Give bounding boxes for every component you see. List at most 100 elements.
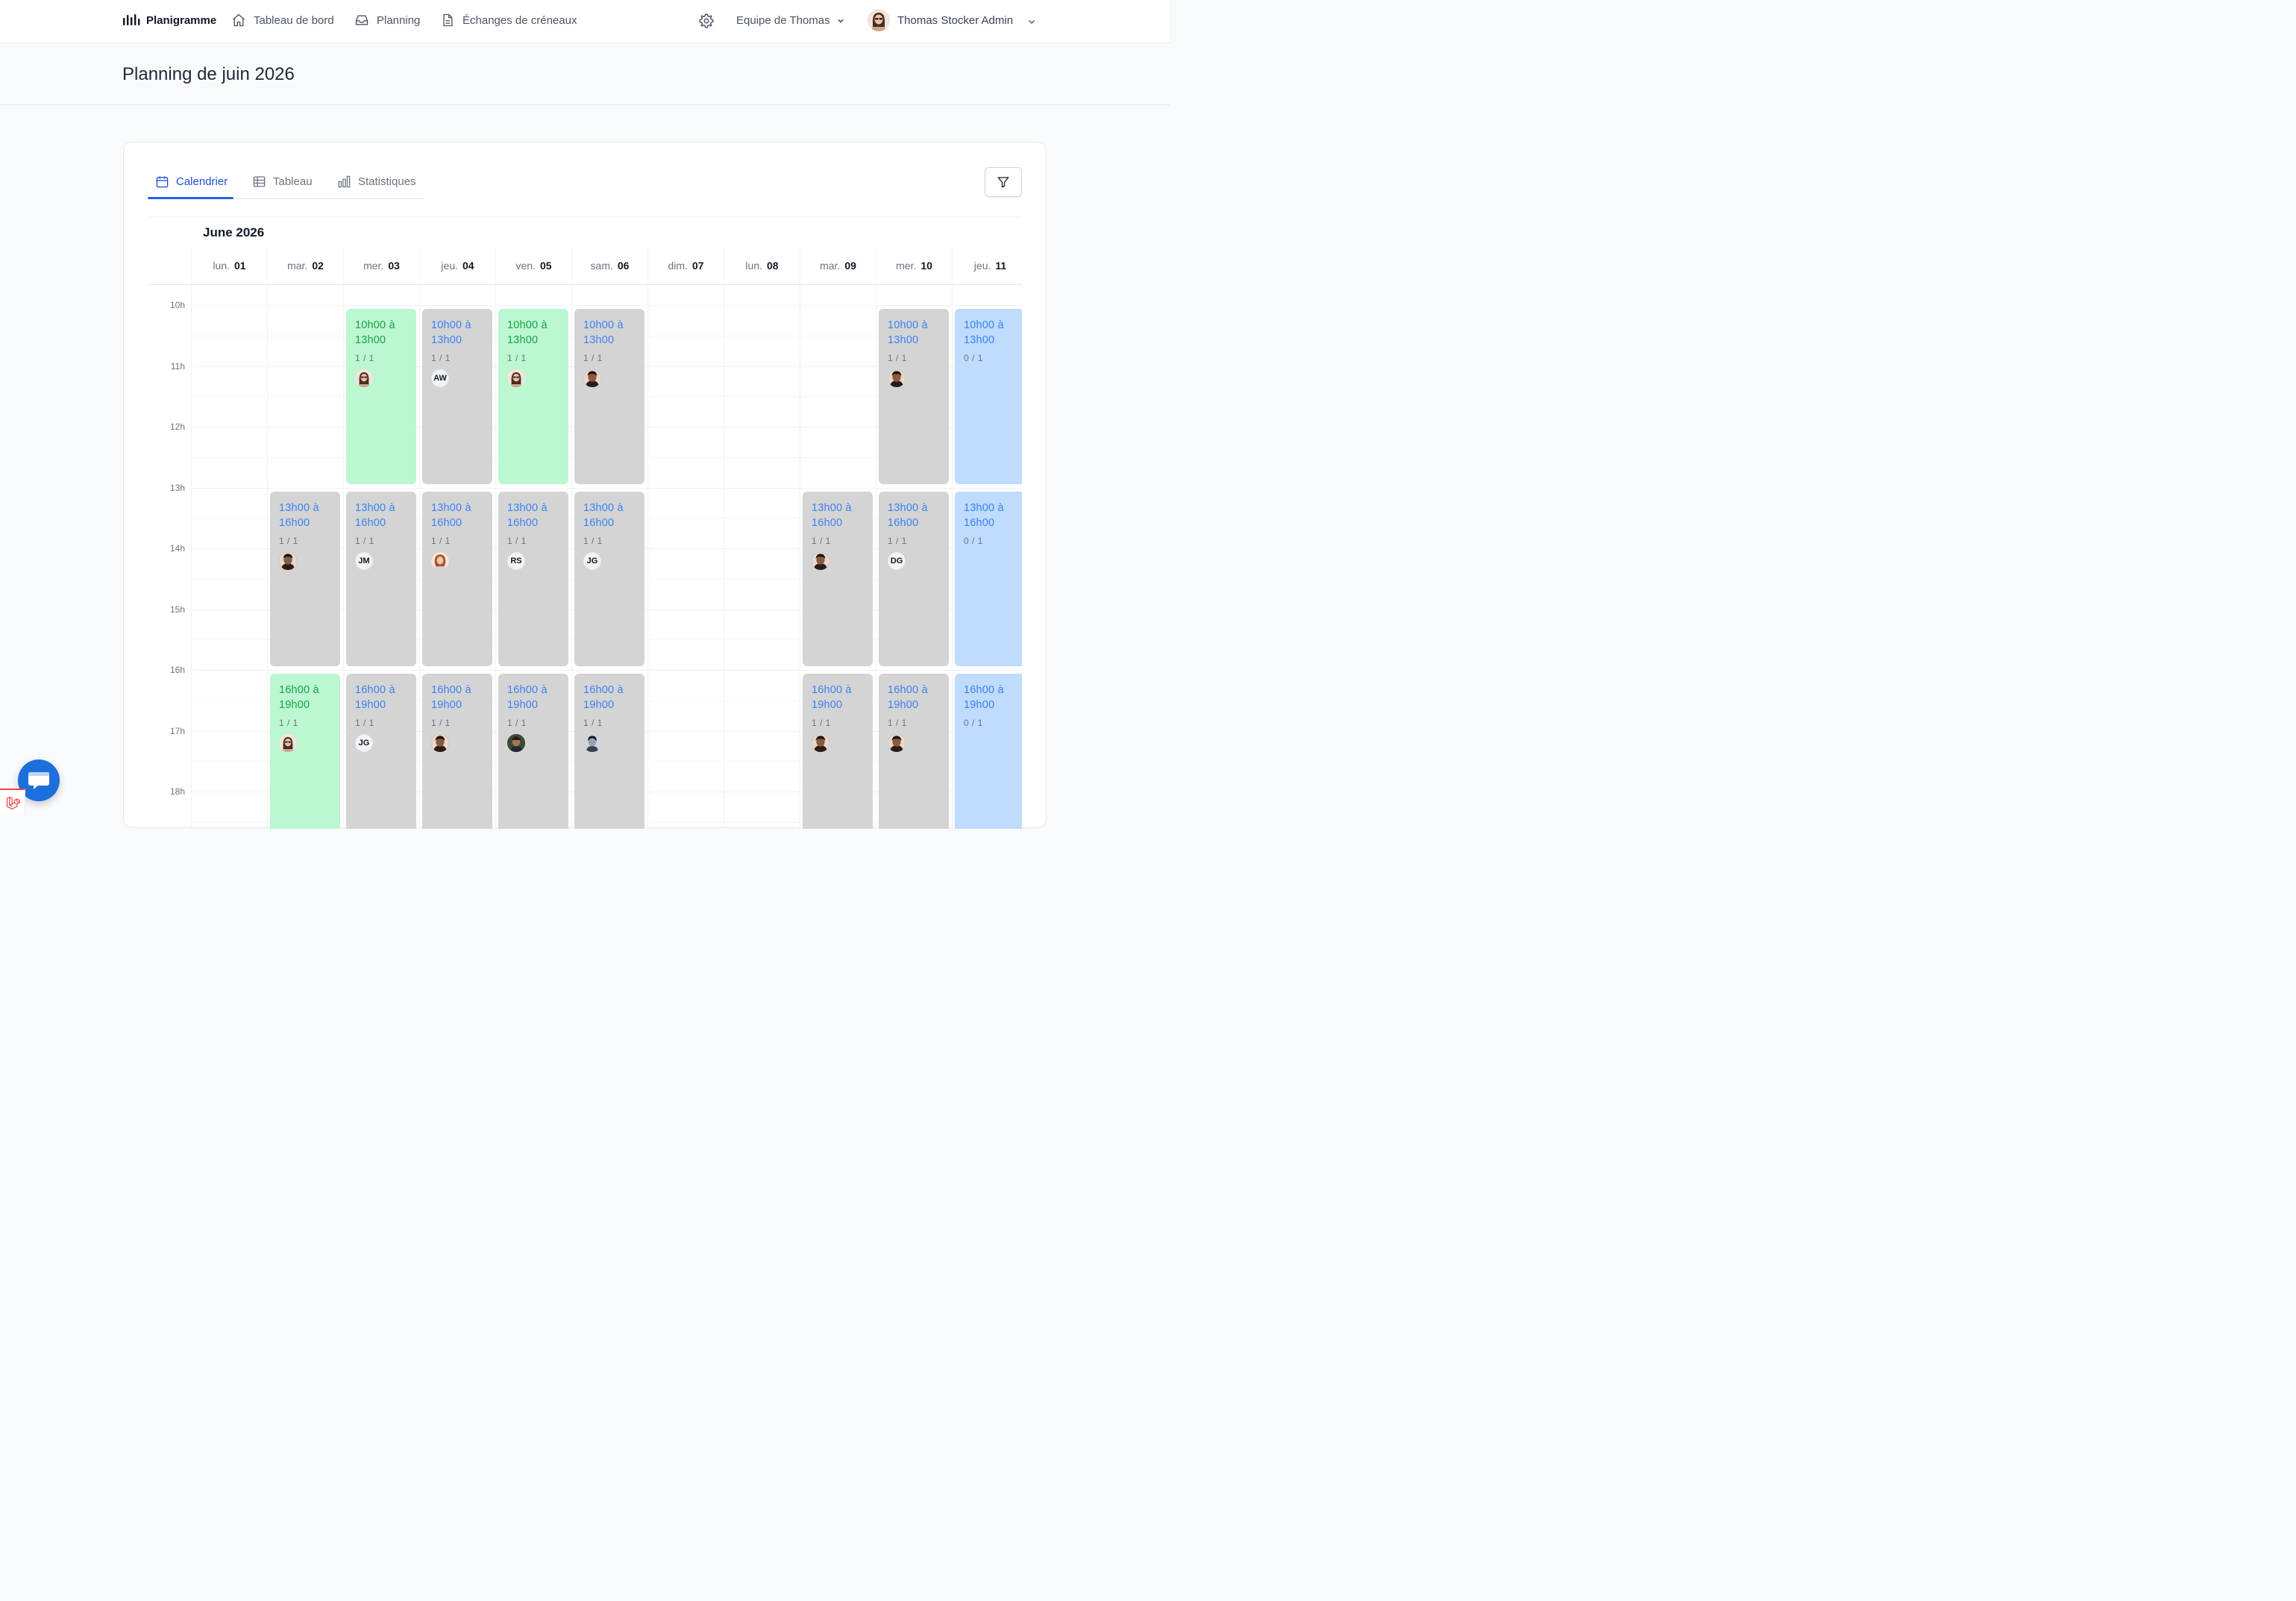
shift-card[interactable]: 16h00 à 19h00 1 / 1	[270, 674, 340, 829]
shift-card[interactable]: 13h00 à 16h00 0 / 1	[955, 491, 1022, 666]
shift-time-end: 19h00	[431, 699, 462, 711]
hour-label: 16h	[169, 665, 185, 675]
day-name: sam.	[590, 260, 613, 272]
day-header[interactable]: jeu. 11	[952, 247, 1022, 284]
shift-card[interactable]: 10h00 à 13h00 1 / 1 AW	[422, 309, 492, 484]
hour-label: 10h	[169, 300, 185, 310]
assignee-avatar	[888, 734, 906, 752]
day-header[interactable]: lun. 08	[724, 247, 800, 284]
shift-time: 16h00 à	[355, 684, 395, 696]
day-number: 07	[691, 260, 704, 272]
shift-card[interactable]: 16h00 à 19h00 1 / 1	[574, 674, 644, 829]
shift-card[interactable]: 13h00 à 16h00 1 / 1	[803, 491, 873, 666]
assignee-avatar	[431, 551, 449, 570]
user-menu[interactable]: Thomas Stocker Admin	[868, 9, 1013, 31]
shift-time: 10h00 à	[431, 319, 471, 331]
shift-card[interactable]: 10h00 à 13h00 1 / 1	[879, 309, 949, 484]
day-header[interactable]: sam. 06	[571, 247, 647, 284]
assignee-avatar	[583, 369, 601, 387]
shift-card[interactable]: 13h00 à 16h00 1 / 1 DG	[879, 491, 949, 666]
day-number: 10	[920, 260, 932, 272]
shift-time-end: 19h00	[279, 699, 310, 711]
nav-link-dashboard[interactable]: Tableau de bord	[231, 13, 334, 28]
nav-link-slot-exchanges[interactable]: Échanges de créneaux	[440, 13, 577, 28]
shift-card[interactable]: 13h00 à 16h00 1 / 1	[422, 491, 492, 666]
tab-label: Statistiques	[358, 175, 416, 188]
divider	[148, 216, 1022, 217]
shift-time: 16h00 à	[507, 684, 548, 696]
shift-card[interactable]: 13h00 à 16h00 1 / 1 JG	[574, 491, 644, 666]
chat-icon	[28, 772, 49, 789]
brand[interactable]: Planigramme	[122, 13, 216, 27]
tab-calendar[interactable]: Calendrier	[155, 175, 228, 189]
shift-card[interactable]: 13h00 à 16h00 1 / 1	[270, 491, 340, 666]
day-name: lun.	[745, 260, 762, 272]
shift-count: 1 / 1	[507, 353, 527, 363]
day-number: 03	[388, 260, 400, 272]
shift-count: 0 / 1	[964, 718, 983, 728]
assignee-avatar	[279, 551, 297, 570]
user-menu-toggle[interactable]	[1027, 16, 1036, 30]
day-name: mar.	[820, 260, 841, 272]
bar-chart-icon	[338, 175, 351, 188]
shift-card[interactable]: 16h00 à 19h00 1 / 1	[879, 674, 949, 829]
assignee-avatar: DG	[888, 551, 906, 570]
day-number: 06	[617, 260, 630, 272]
shift-count: 1 / 1	[507, 535, 527, 546]
assignee-avatar: RS	[507, 551, 525, 570]
tab-statistics[interactable]: Statistiques	[337, 175, 416, 189]
tab-table[interactable]: Tableau	[252, 175, 313, 189]
shift-card[interactable]: 13h00 à 16h00 1 / 1 RS	[498, 491, 568, 666]
shift-count: 1 / 1	[507, 718, 527, 728]
day-name: lun.	[213, 260, 230, 272]
day-header[interactable]: ven. 05	[495, 247, 571, 284]
shift-time-end: 19h00	[812, 699, 843, 711]
nav-link-planning[interactable]: Planning	[354, 13, 420, 28]
day-header[interactable]: mar. 09	[800, 247, 876, 284]
team-selector[interactable]: Equipe de Thomas	[736, 14, 845, 27]
day-header[interactable]: lun. 01	[191, 247, 267, 284]
day-header[interactable]: mar. 02	[267, 247, 343, 284]
day-header[interactable]: mer. 03	[343, 247, 419, 284]
shift-card[interactable]: 16h00 à 19h00 1 / 1 JG	[346, 674, 416, 829]
shift-card[interactable]: 16h00 à 19h00 1 / 1	[498, 674, 568, 829]
filter-icon	[997, 177, 1009, 188]
table-icon	[253, 176, 266, 187]
chevron-down-icon	[838, 19, 844, 23]
shift-time: 10h00 à	[355, 319, 395, 331]
shift-card[interactable]: 16h00 à 19h00 0 / 1	[955, 674, 1022, 829]
day-name: dim.	[668, 260, 688, 272]
shift-card[interactable]: 13h00 à 16h00 1 / 1 JM	[346, 491, 416, 666]
shift-time-end: 16h00	[431, 516, 462, 529]
shift-count: 1 / 1	[355, 535, 374, 546]
assignee-avatar	[507, 369, 525, 387]
debugbar-button[interactable]	[0, 789, 25, 815]
shift-count: 1 / 1	[431, 535, 451, 546]
shift-card[interactable]: 10h00 à 13h00 1 / 1	[498, 309, 568, 484]
day-header[interactable]: jeu. 04	[419, 247, 495, 284]
shift-count: 1 / 1	[355, 353, 374, 363]
filter-button[interactable]	[985, 167, 1022, 197]
day-number: 04	[462, 260, 474, 272]
assignee-avatar: JG	[583, 551, 601, 570]
shift-count: 1 / 1	[583, 353, 603, 363]
settings-button[interactable]	[698, 13, 715, 33]
shift-count: 1 / 1	[583, 718, 603, 728]
shift-time-end: 16h00	[812, 516, 843, 529]
day-header[interactable]: mer. 10	[876, 247, 952, 284]
shift-card[interactable]: 10h00 à 13h00 1 / 1	[346, 309, 416, 484]
day-header[interactable]: dim. 07	[647, 247, 724, 284]
shift-time: 16h00 à	[964, 684, 1004, 696]
shift-card[interactable]: 16h00 à 19h00 1 / 1	[803, 674, 873, 829]
shift-card[interactable]: 16h00 à 19h00 1 / 1	[422, 674, 492, 829]
shift-time: 16h00 à	[583, 684, 624, 696]
shift-card[interactable]: 10h00 à 13h00 0 / 1	[955, 309, 1022, 484]
day-number: 01	[234, 260, 246, 272]
shift-time: 13h00 à	[431, 501, 471, 514]
shift-card[interactable]: 10h00 à 13h00 1 / 1	[574, 309, 644, 484]
shift-time-end: 13h00	[355, 334, 386, 346]
shift-count: 1 / 1	[279, 535, 298, 546]
assignee-avatar	[507, 734, 525, 752]
day-name: jeu.	[973, 260, 991, 272]
nav-link-label: Tableau de bord	[254, 13, 334, 27]
